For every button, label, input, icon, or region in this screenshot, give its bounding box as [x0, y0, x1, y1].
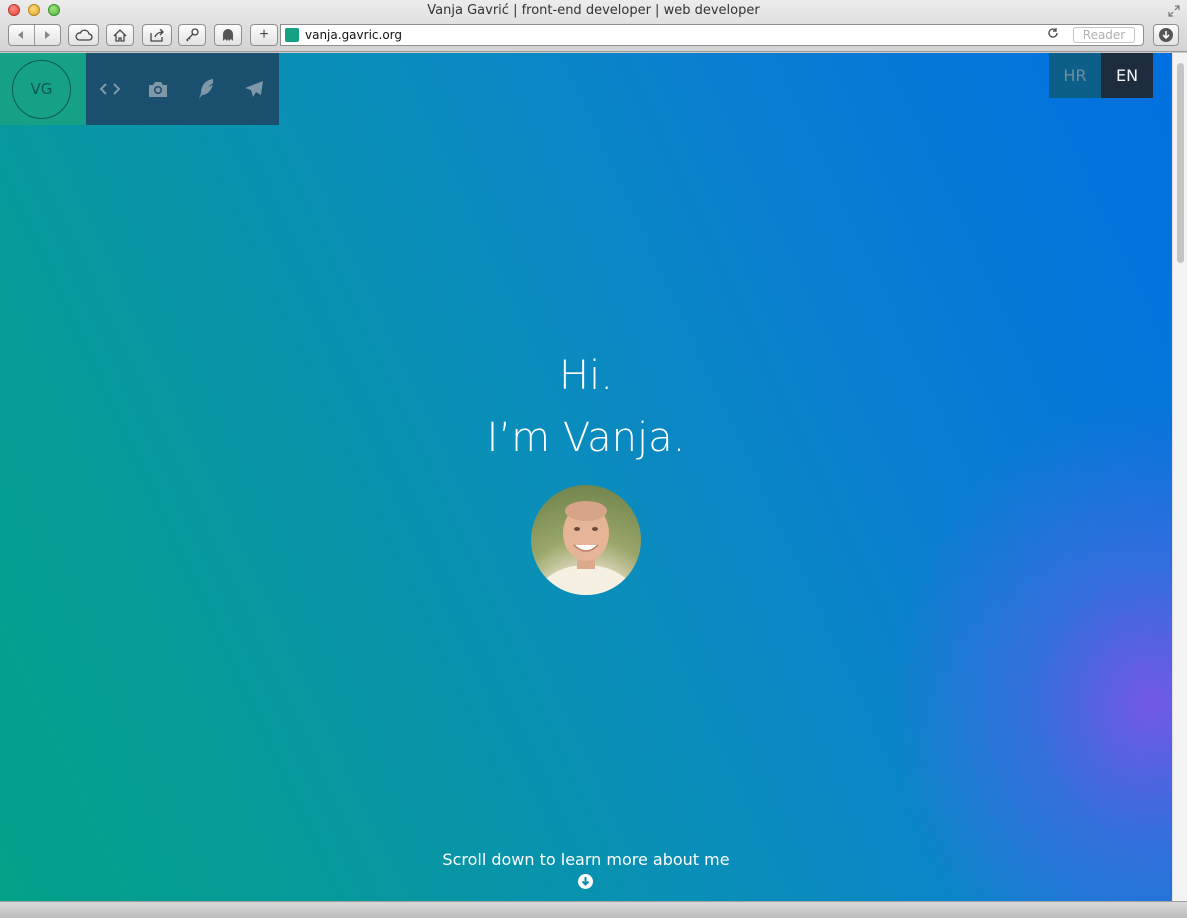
code-icon: [99, 83, 121, 95]
language-en-button[interactable]: EN: [1101, 53, 1153, 98]
language-hr-button[interactable]: HR: [1049, 53, 1101, 98]
window-title: Vanja Gavrić | front-end developer | web…: [427, 3, 760, 18]
forward-icon: [45, 31, 51, 39]
address-bar[interactable]: vanja.gavric.org Reader: [280, 24, 1144, 46]
icloud-icon: [75, 29, 93, 41]
hero-greeting: Hi.: [559, 353, 613, 399]
new-tab-button[interactable]: +: [250, 24, 278, 46]
arrow-down-circle-icon[interactable]: [578, 874, 593, 889]
icloud-tabs-button[interactable]: [68, 24, 99, 46]
reload-icon[interactable]: [1047, 27, 1059, 42]
site-logo-link[interactable]: VG: [0, 53, 86, 125]
back-icon: [18, 31, 24, 39]
site-favicon: [285, 28, 299, 42]
nav-item-photography[interactable]: [134, 53, 182, 125]
home-button[interactable]: [106, 24, 134, 46]
nav-item-code[interactable]: [86, 53, 134, 125]
back-forward-group: [8, 24, 61, 46]
share-button[interactable]: [142, 24, 172, 46]
forward-button[interactable]: [35, 25, 60, 45]
url-text[interactable]: vanja.gavric.org: [305, 28, 402, 42]
back-button[interactable]: [9, 25, 35, 45]
add-icon: +: [259, 26, 269, 43]
site-logo: VG: [12, 60, 71, 119]
camera-icon: [149, 82, 167, 97]
nav-item-writing[interactable]: [182, 53, 230, 125]
ghostery-icon: [223, 29, 233, 41]
status-bar: [0, 901, 1187, 918]
download-icon: [1159, 28, 1173, 42]
page-scrollbar[interactable]: [1172, 53, 1187, 901]
share-icon: [150, 28, 164, 42]
hero-name: I’m Vanja.: [486, 415, 686, 461]
paper-plane-icon: [245, 81, 263, 97]
feather-icon: [199, 79, 213, 99]
page-viewport: VG HR EN Hi. I’m Vanja. Scroll down to l…: [0, 53, 1172, 901]
ghostery-button[interactable]: [214, 24, 242, 46]
fullscreen-icon[interactable]: [1168, 5, 1180, 17]
reader-button[interactable]: Reader: [1073, 27, 1135, 43]
passwords-button[interactable]: [178, 24, 206, 46]
title-bar: Vanja Gavrić | front-end developer | web…: [0, 0, 1187, 22]
browser-toolbar: + vanja.gavric.org Reader: [0, 23, 1187, 47]
site-nav: [86, 53, 279, 125]
avatar: [531, 485, 641, 595]
browser-chrome: Vanja Gavrić | front-end developer | web…: [0, 0, 1187, 52]
scroll-hint: Scroll down to learn more about me: [442, 850, 730, 869]
home-icon: [113, 28, 127, 42]
key-icon: [186, 28, 199, 42]
scrollbar-thumb[interactable]: [1177, 63, 1184, 263]
nav-item-contact[interactable]: [230, 53, 278, 125]
downloads-button[interactable]: [1153, 24, 1179, 46]
